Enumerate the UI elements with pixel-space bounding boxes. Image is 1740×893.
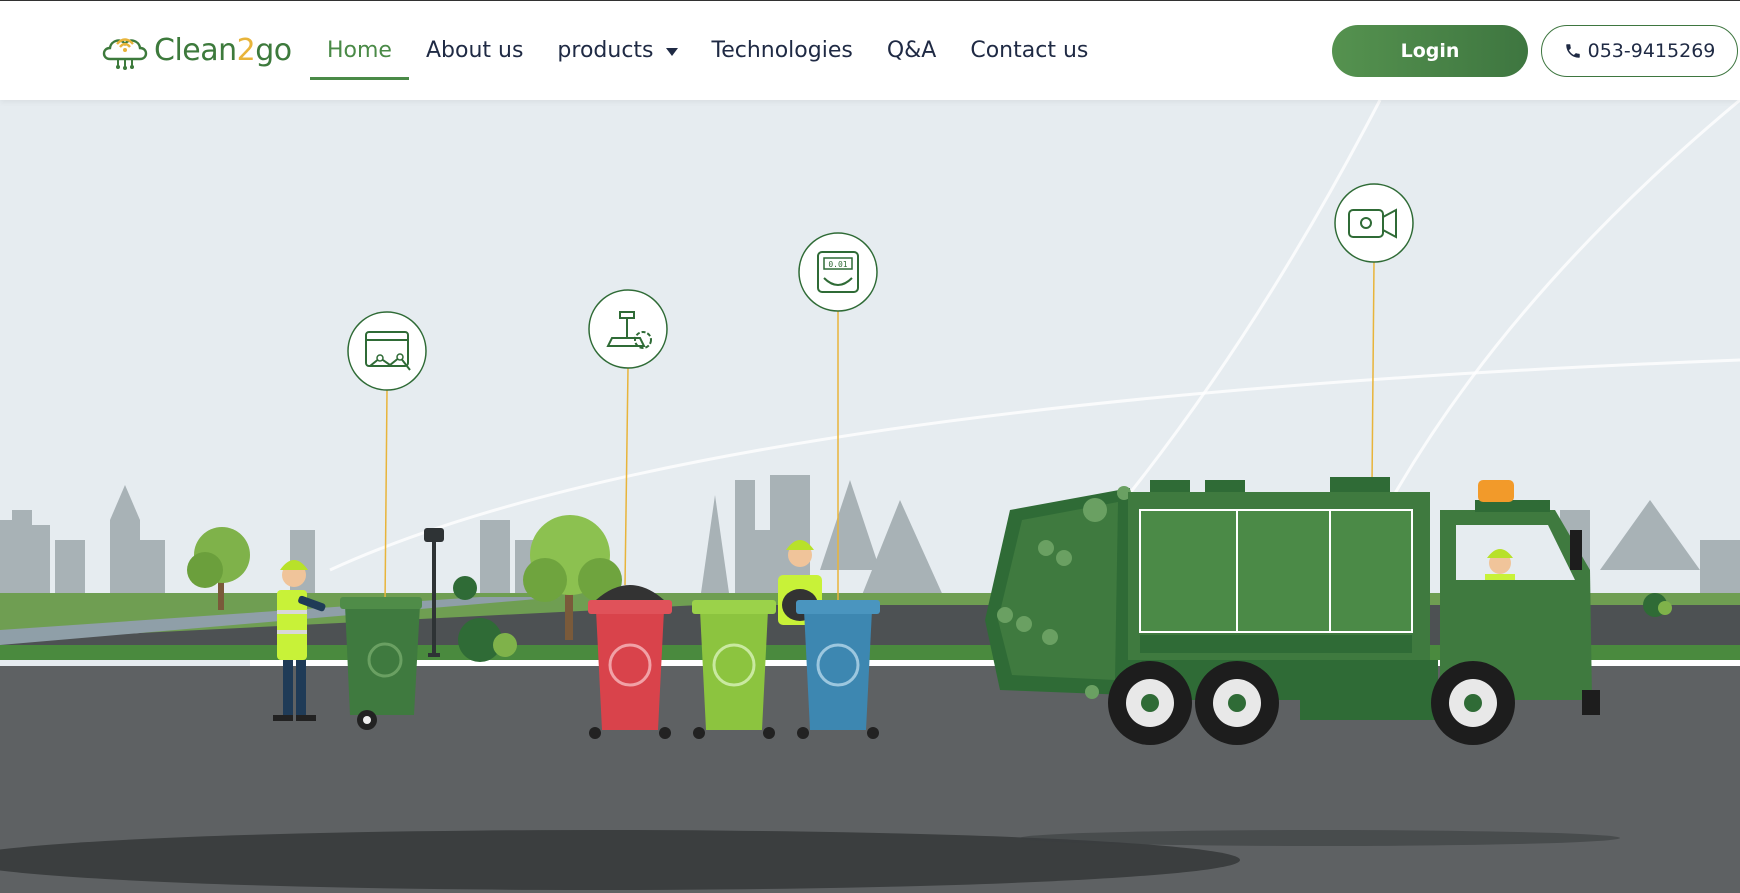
phone-number: 053-9415269: [1587, 40, 1716, 62]
hero-scene: 0.01: [0, 100, 1740, 893]
hero-illustration: 0.01: [0, 100, 1740, 893]
nav-products-label: products: [557, 38, 654, 63]
truck-wheel: [1431, 661, 1515, 745]
nav-about-us[interactable]: About us: [409, 1, 540, 100]
dashboard-analytics-icon[interactable]: [347, 311, 427, 391]
cloud-wifi-logo-icon: [102, 38, 148, 70]
nav-qa-label: Q&A: [886, 38, 937, 63]
phone-icon: [1565, 44, 1580, 58]
weighing-scale-icon[interactable]: [588, 289, 668, 369]
nav-contact-label: Contact us: [970, 38, 1089, 63]
login-button[interactable]: Login: [1332, 25, 1528, 77]
brand-name-part1: Clean: [154, 32, 237, 68]
nav-home-label: Home: [327, 38, 392, 63]
scale-display-value: 0.01: [828, 260, 847, 269]
site-header: Clean2go Home About us products Technolo…: [0, 1, 1740, 100]
nav-qa[interactable]: Q&A: [870, 1, 954, 100]
truck-wheel: [1195, 661, 1279, 745]
nav-about-label: About us: [425, 38, 524, 63]
scale-display-icon[interactable]: 0.01: [798, 232, 878, 312]
nav-home[interactable]: Home: [310, 1, 409, 100]
brand-name: Clean2go: [154, 33, 292, 68]
login-label: Login: [1400, 40, 1460, 62]
brand-name-part2: 2: [236, 32, 256, 68]
camera-icon[interactable]: [1334, 183, 1414, 263]
nav-contact-us[interactable]: Contact us: [953, 1, 1105, 100]
brand-logo[interactable]: Clean2go: [100, 27, 292, 73]
nav-products[interactable]: products: [540, 1, 694, 100]
phone-button[interactable]: 053-9415269: [1541, 25, 1738, 77]
nav-technologies-label: Technologies: [711, 38, 853, 63]
truck-wheel: [1108, 661, 1192, 745]
brand-name-part3: go: [255, 32, 292, 68]
nav-technologies[interactable]: Technologies: [695, 1, 870, 100]
chevron-down-icon: [665, 47, 678, 56]
main-nav: Home About us products Technologies Q&A …: [310, 1, 1105, 100]
